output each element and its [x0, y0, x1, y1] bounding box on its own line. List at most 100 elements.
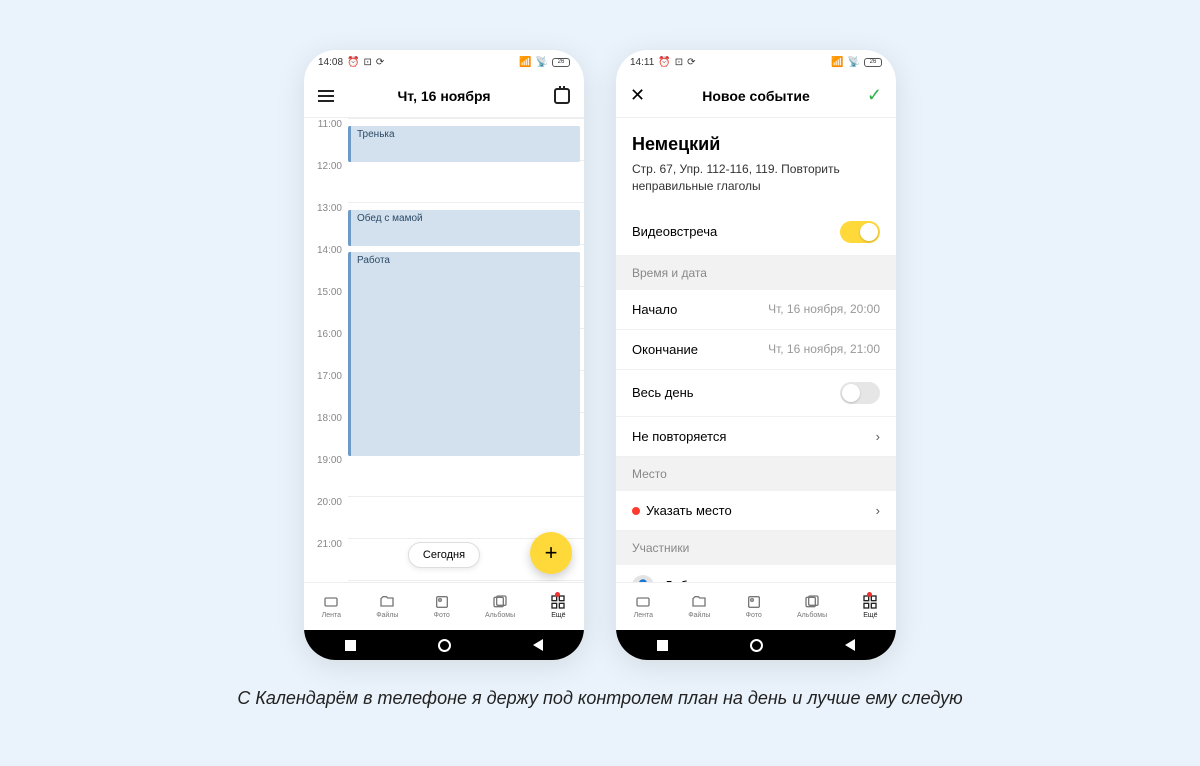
calendar-day-view[interactable]: 11:0012:0013:0014:0015:0016:0017:0018:00…: [304, 118, 584, 582]
signal-icon: 📶: [519, 57, 531, 68]
tab-label: Фото: [746, 612, 762, 619]
map-pin-icon: [632, 507, 640, 515]
tab-альбомы[interactable]: Альбомы: [485, 594, 515, 619]
header-date-title[interactable]: Чт, 16 ноября: [397, 88, 490, 104]
home-button[interactable]: [438, 639, 451, 652]
hour-row[interactable]: 12:00: [304, 160, 584, 202]
close-icon[interactable]: ✕: [630, 85, 645, 106]
tab-фото[interactable]: Фото: [746, 594, 762, 619]
video-meeting-row[interactable]: Видеовстреча: [616, 209, 896, 256]
tab-label: Ещё: [551, 612, 565, 619]
start-time-row[interactable]: Начало Чт, 16 ноября, 20:00: [616, 290, 896, 330]
video-meeting-label: Видеовстреча: [632, 224, 717, 239]
calendar-icon[interactable]: [554, 88, 570, 104]
event-title-input[interactable]: Немецкий: [616, 118, 896, 161]
section-time-header: Время и дата: [616, 256, 896, 290]
hour-row[interactable]: 20:00: [304, 496, 584, 538]
place-row[interactable]: Указать место ›: [616, 491, 896, 531]
status-bar: 14:11 ⏰ ⊡ ⟳ 📶 📡 26: [616, 50, 896, 74]
end-time-row[interactable]: Окончание Чт, 16 ноября, 21:00: [616, 330, 896, 370]
status-time: 14:11: [630, 57, 654, 68]
place-label: Указать место: [646, 503, 732, 518]
event-description-input[interactable]: Стр. 67, Упр. 112-116, 119. Повторить не…: [616, 161, 896, 209]
alarm-icon: ⏰: [658, 57, 670, 68]
bottom-tab-bar: Лента Файлы Фото Альбомы Ещё: [304, 582, 584, 630]
tab-файлы[interactable]: Файлы: [688, 594, 710, 619]
all-day-label: Весь день: [632, 385, 694, 400]
hour-cell[interactable]: [348, 160, 584, 202]
back-button[interactable]: [845, 639, 855, 651]
today-button[interactable]: Сегодня: [408, 542, 480, 568]
calendar-event[interactable]: Тренька: [348, 126, 580, 162]
phone-new-event: 14:11 ⏰ ⊡ ⟳ 📶 📡 26 ✕ Новое событие ✓ Нем…: [616, 50, 896, 660]
hour-label: 17:00: [304, 370, 348, 412]
repeat-row[interactable]: Не повторяется ›: [616, 417, 896, 457]
app-header: Чт, 16 ноября: [304, 74, 584, 118]
hour-cell[interactable]: [348, 454, 584, 496]
tab-label: Ещё: [863, 612, 877, 619]
all-day-toggle[interactable]: [840, 382, 880, 404]
android-nav-bar: [616, 630, 896, 660]
tab-лента[interactable]: Лента: [322, 594, 341, 619]
start-value: Чт, 16 ноября, 20:00: [768, 302, 880, 316]
tab-label: Лента: [322, 612, 341, 619]
wifi-icon: 📡: [848, 57, 860, 68]
hour-row[interactable]: 19:00: [304, 454, 584, 496]
sync-icon: ⟳: [376, 57, 384, 68]
save-check-icon[interactable]: ✓: [867, 85, 882, 106]
new-event-form: Немецкий Стр. 67, Упр. 112-116, 119. Пов…: [616, 118, 896, 582]
back-button[interactable]: [533, 639, 543, 651]
chevron-right-icon: ›: [876, 429, 880, 444]
status-bar: 14:08 ⏰ ⊡ ⟳ 📶 📡 26: [304, 50, 584, 74]
section-people-header: Участники: [616, 531, 896, 565]
bottom-tab-bar: Лента Файлы Фото Альбомы Ещё: [616, 582, 896, 630]
signal-icon: 📶: [831, 57, 843, 68]
screenshot-icon: ⊡: [363, 57, 371, 68]
video-meeting-toggle[interactable]: [840, 221, 880, 243]
recent-apps-button[interactable]: [657, 640, 668, 651]
calendar-event[interactable]: Работа: [348, 252, 580, 456]
figure-caption: С Календарём в телефоне я держу под конт…: [237, 688, 962, 709]
add-participant-row[interactable]: 👤 Добавить: [616, 565, 896, 582]
hour-label: 12:00: [304, 160, 348, 202]
hour-label: 21:00: [304, 538, 348, 580]
hour-cell[interactable]: [348, 580, 584, 582]
recent-apps-button[interactable]: [345, 640, 356, 651]
calendar-event[interactable]: Обед с мамой: [348, 210, 580, 246]
tab-label: Фото: [434, 612, 450, 619]
header-title: Новое событие: [702, 88, 810, 104]
tab-фото[interactable]: Фото: [434, 594, 450, 619]
screenshot-icon: ⊡: [675, 57, 683, 68]
tab-альбомы[interactable]: Альбомы: [797, 594, 827, 619]
tab-ещё[interactable]: Ещё: [550, 594, 566, 619]
start-label: Начало: [632, 302, 677, 317]
menu-icon[interactable]: [318, 90, 334, 102]
hour-label: 15:00: [304, 286, 348, 328]
wifi-icon: 📡: [536, 57, 548, 68]
tab-label: Файлы: [688, 612, 710, 619]
hour-label: 13:00: [304, 202, 348, 244]
tab-файлы[interactable]: Файлы: [376, 594, 398, 619]
tab-label: Альбомы: [797, 612, 827, 619]
tab-label: Альбомы: [485, 612, 515, 619]
tab-ещё[interactable]: Ещё: [862, 594, 878, 619]
add-event-fab[interactable]: +: [530, 532, 572, 574]
end-value: Чт, 16 ноября, 21:00: [768, 342, 880, 356]
hour-label: 20:00: [304, 496, 348, 538]
tab-лента[interactable]: Лента: [634, 594, 653, 619]
android-nav-bar: [304, 630, 584, 660]
app-header: ✕ Новое событие ✓: [616, 74, 896, 118]
status-time: 14:08: [318, 57, 343, 68]
all-day-row[interactable]: Весь день: [616, 370, 896, 417]
home-button[interactable]: [750, 639, 763, 652]
section-place-header: Место: [616, 457, 896, 491]
repeat-label: Не повторяется: [632, 429, 726, 444]
sync-icon: ⟳: [687, 57, 695, 68]
chevron-right-icon: ›: [876, 503, 880, 518]
battery-icon: 26: [552, 58, 570, 67]
hour-row[interactable]: 22:00: [304, 580, 584, 582]
end-label: Окончание: [632, 342, 698, 357]
phone-calendar-day: 14:08 ⏰ ⊡ ⟳ 📶 📡 26 Чт, 16 ноября 11:0012…: [304, 50, 584, 660]
hour-label: 16:00: [304, 328, 348, 370]
battery-icon: 26: [864, 58, 882, 67]
